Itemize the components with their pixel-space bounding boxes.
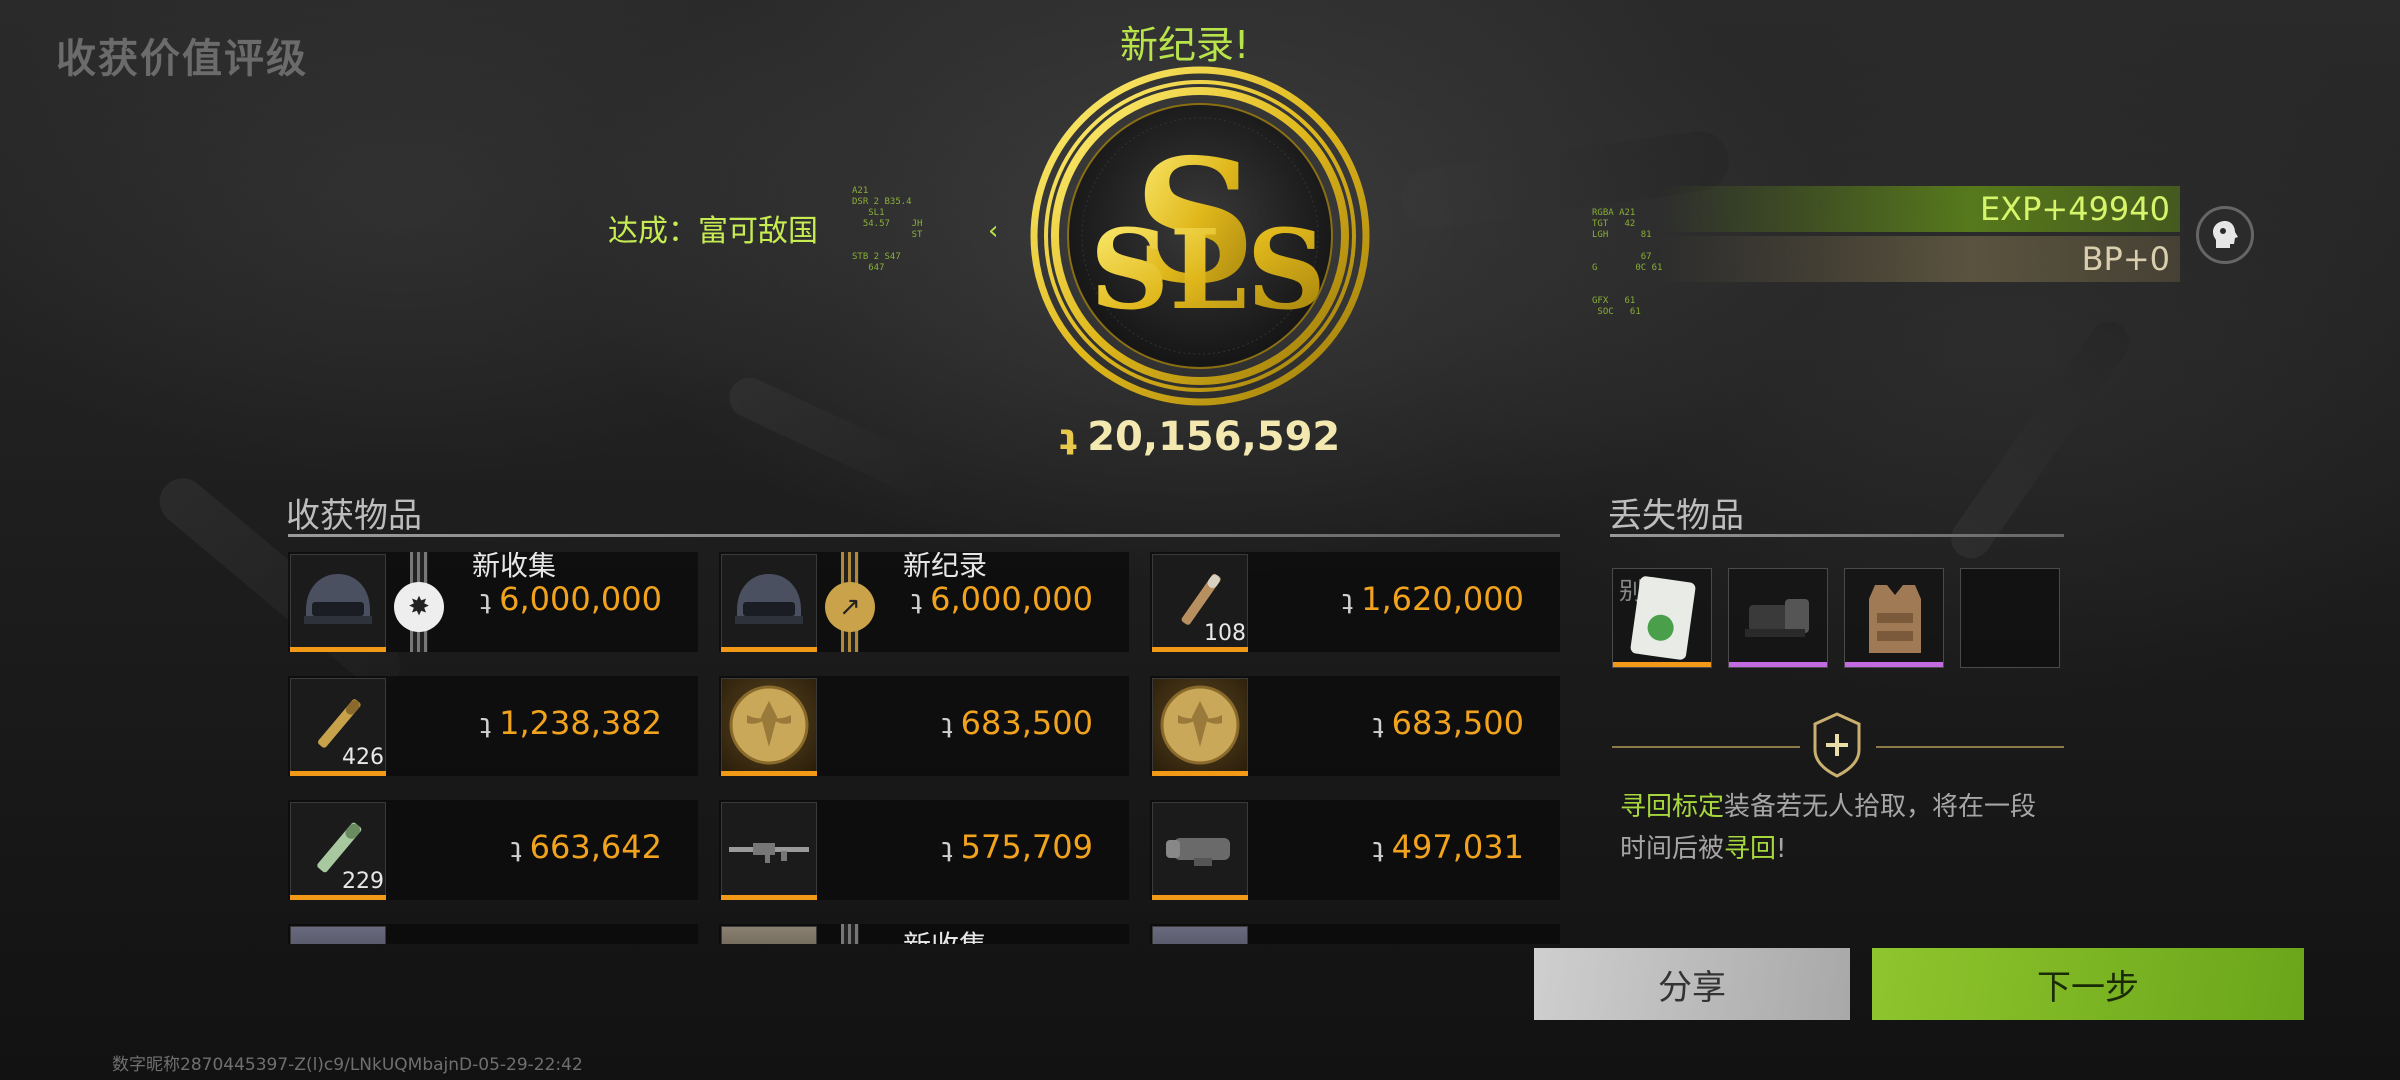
divider-line bbox=[1876, 746, 2064, 748]
currency-icon: ʇ bbox=[1060, 416, 1078, 458]
rarity-bar bbox=[721, 895, 817, 900]
chevron-left-icon: ‹ bbox=[988, 216, 999, 246]
gold-coin-icon bbox=[721, 678, 817, 772]
svg-text:SLS: SLS bbox=[1090, 205, 1326, 334]
rarity-bar bbox=[1152, 647, 1248, 652]
item-price: ʇ 683,500 bbox=[941, 704, 1093, 742]
currency-icon: ʇ bbox=[1372, 706, 1384, 740]
achievement-label: 达成：富可敌国 bbox=[608, 214, 818, 249]
helmet-icon bbox=[721, 554, 817, 648]
page-title: 收获价值评级 bbox=[56, 36, 308, 82]
item-quantity: 426 bbox=[342, 745, 384, 770]
head-silhouette-icon bbox=[2213, 221, 2238, 248]
exp-reward: EXP+49940 bbox=[1979, 190, 2170, 228]
vest-icon bbox=[1863, 579, 1927, 663]
item-icon bbox=[290, 926, 386, 944]
rarity-bar bbox=[290, 895, 386, 900]
rifle-icon bbox=[721, 802, 817, 896]
rarity-bar bbox=[1152, 895, 1248, 900]
tip-highlight: 寻回标定 bbox=[1620, 792, 1725, 822]
keycard-icon bbox=[1629, 575, 1697, 661]
collected-item[interactable]: ʇ 497,031 bbox=[1150, 800, 1560, 900]
currency-icon: ʇ bbox=[1342, 582, 1354, 616]
decorative-data-text: A21 DSR 2 B35.4 SL1 54.57 JH ST STB 2 S47 … bbox=[852, 186, 923, 273]
rarity-bar bbox=[290, 647, 386, 652]
red-dot-sight-icon bbox=[1743, 595, 1815, 647]
lost-item[interactable]: 别墅 bbox=[1612, 568, 1712, 668]
item-price: ʇ 6,000,000 bbox=[480, 580, 662, 618]
bp-reward: BP+0 bbox=[2081, 240, 2170, 278]
gold-coin-icon bbox=[1152, 678, 1248, 772]
currency-icon: ʇ bbox=[480, 582, 492, 616]
currency-icon: ʇ bbox=[510, 830, 522, 864]
lost-item[interactable] bbox=[1844, 568, 1944, 668]
collected-items-grid: ✸ 新收集 ʇ 6,000,000 ↗ 新纪录 ʇ 6,000,000 108 ʇ1… bbox=[288, 552, 1560, 944]
share-button[interactable]: 分享 bbox=[1534, 948, 1850, 1020]
item-price: ʇ 6,000,000 bbox=[911, 580, 1093, 618]
currency-icon: ʇ bbox=[911, 582, 923, 616]
item-quantity: 229 bbox=[342, 869, 384, 894]
new-collection-badge-icon: ✸ bbox=[394, 582, 444, 632]
collected-item[interactable]: ʇ 683,500 bbox=[719, 676, 1129, 776]
tip-text: ! bbox=[1776, 834, 1787, 864]
new-record-badge-icon: ↗ bbox=[825, 582, 875, 632]
item-icon bbox=[721, 926, 817, 944]
collected-item[interactable]: ʇ 575,709 bbox=[719, 800, 1129, 900]
recovery-tip: 寻回标定装备若无人拾取，将在一段时间后被寻回! bbox=[1620, 786, 2060, 870]
currency-icon: ʇ bbox=[1372, 830, 1384, 864]
player-id-watermark: 数字昵称2870445397-Z(l)c9/LNkUQMbajnD-05-29-… bbox=[112, 1055, 583, 1075]
decorative-stripe bbox=[841, 924, 859, 944]
decorative-data-text: RGBA A21 TGT 42 LGH 81 67 G 0C 61 GFX 61 SOC… bbox=[1592, 208, 1663, 317]
scope-icon bbox=[1152, 802, 1248, 896]
collected-item[interactable]: 229 ʇ 663,642 bbox=[288, 800, 698, 900]
collected-item[interactable] bbox=[288, 924, 698, 944]
lost-item[interactable] bbox=[1728, 568, 1828, 668]
total-value-amount: 20,156,592 bbox=[1087, 414, 1341, 460]
collected-item[interactable]: ʇ 683,500 bbox=[1150, 676, 1560, 776]
rarity-bar bbox=[1845, 662, 1943, 667]
rarity-bar bbox=[290, 771, 386, 776]
item-price: ʇ 683,500 bbox=[1372, 704, 1524, 742]
rarity-bar bbox=[1729, 662, 1827, 667]
rarity-bar bbox=[721, 771, 817, 776]
collected-item[interactable] bbox=[1150, 924, 1560, 944]
empty-slot-icon bbox=[1960, 568, 2060, 668]
item-icon bbox=[1152, 926, 1248, 944]
tip-highlight: 寻回 bbox=[1724, 834, 1777, 864]
item-price: ʇ 575,709 bbox=[941, 828, 1093, 866]
item-price: ʇ 1,620,000 bbox=[1342, 580, 1524, 618]
item-price: ʇ 663,642 bbox=[510, 828, 662, 866]
currency-icon: ʇ bbox=[480, 706, 492, 740]
rarity-bar bbox=[1613, 662, 1711, 667]
total-value: ʇ 20,156,592 bbox=[1060, 414, 1340, 460]
item-price: ʇ 497,031 bbox=[1372, 828, 1524, 866]
rarity-bar bbox=[721, 647, 817, 652]
collected-item[interactable]: 108 ʇ 1,620,000 bbox=[1150, 552, 1560, 652]
helmet-icon bbox=[290, 554, 386, 648]
new-record-label: 新纪录! bbox=[1120, 23, 1250, 67]
lost-section-title: 丢失物品 bbox=[1608, 496, 1744, 536]
rarity-bar bbox=[1152, 771, 1248, 776]
ss-rank-medal-icon: S SLS bbox=[1030, 66, 1370, 406]
collected-section-divider bbox=[288, 534, 1560, 537]
collected-item[interactable]: ↗ 新纪录 ʇ 6,000,000 bbox=[719, 552, 1129, 652]
item-tag: 新收集 bbox=[903, 924, 987, 944]
next-button[interactable]: 下一步 bbox=[1872, 948, 2304, 1020]
collected-item[interactable]: ✸ 新收集 ʇ 6,000,000 bbox=[288, 552, 698, 652]
currency-icon: ʇ bbox=[941, 706, 953, 740]
background-decoration bbox=[1943, 313, 2137, 567]
background-decoration bbox=[722, 371, 958, 509]
player-avatar[interactable] bbox=[2196, 206, 2254, 264]
collected-item[interactable]: 426 ʇ 1,238,382 bbox=[288, 676, 698, 776]
item-quantity: 108 bbox=[1204, 621, 1246, 646]
divider-line bbox=[1612, 746, 1800, 748]
item-price: ʇ 1,238,382 bbox=[480, 704, 662, 742]
currency-icon: ʇ bbox=[941, 830, 953, 864]
shield-plus-icon bbox=[1812, 712, 1862, 778]
collected-section-title: 收获物品 bbox=[286, 496, 422, 536]
collected-item[interactable]: 新收集 bbox=[719, 924, 1129, 944]
lost-section-divider bbox=[1610, 534, 2064, 537]
